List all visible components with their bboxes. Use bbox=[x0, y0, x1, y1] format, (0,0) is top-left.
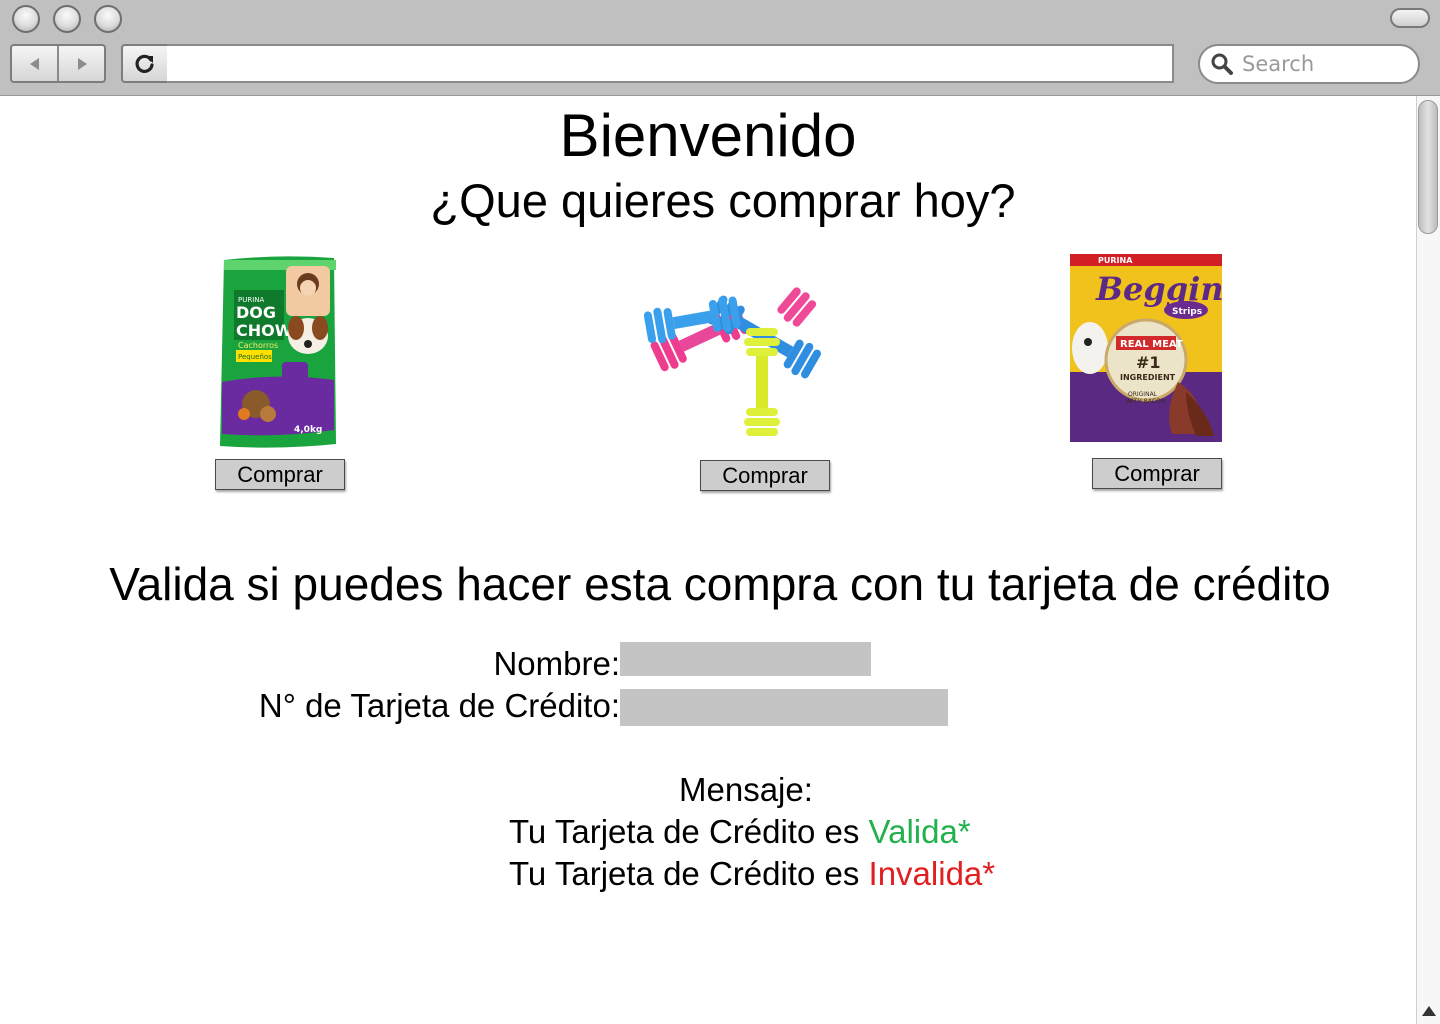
window-minimize-button[interactable] bbox=[53, 5, 81, 33]
search-icon bbox=[1211, 53, 1233, 75]
pack-flavor-line2: WITH BACON bbox=[1126, 398, 1165, 405]
page-subtitle: ¿Que quieres comprar hoy? bbox=[430, 174, 1016, 227]
window-maximize-button[interactable] bbox=[94, 5, 122, 33]
navigation-buttons bbox=[10, 44, 106, 83]
window-close-button[interactable] bbox=[12, 5, 40, 33]
buy-dog-treats-button[interactable]: Comprar bbox=[1092, 458, 1222, 489]
message-invalid-status: Invalida* bbox=[868, 855, 996, 892]
message-valid-line: Tu Tarjeta de Crédito es Valida* bbox=[509, 812, 971, 852]
dog-food-bag-image: PURINA DOG CHOW Cachorros Pequeños 4,0kg bbox=[220, 256, 336, 448]
pack-weight-text: 4,0kg bbox=[294, 425, 322, 435]
message-valid-status: Valida* bbox=[868, 813, 971, 850]
search-placeholder: Search bbox=[1242, 52, 1315, 76]
pack-brand-text: PURINA bbox=[1098, 256, 1133, 265]
reload-icon bbox=[135, 54, 154, 73]
message-invalid-prefix: Tu Tarjeta de Crédito es bbox=[509, 855, 869, 892]
toolbar-toggle-button[interactable] bbox=[1390, 8, 1430, 28]
page-title: Bienvenido bbox=[559, 102, 857, 169]
pack-claim-text: REAL MEAT bbox=[1120, 339, 1183, 350]
buy-dog-food-button[interactable]: Comprar bbox=[215, 459, 345, 490]
forward-arrow-icon bbox=[77, 57, 87, 70]
name-input[interactable] bbox=[620, 642, 871, 676]
dog-toys-image bbox=[642, 284, 824, 436]
pack-size-type-text: Pequeños bbox=[238, 353, 272, 361]
pack-strips-text: Strips bbox=[1172, 307, 1202, 317]
pack-flavor-line1: ORIGINAL bbox=[1128, 391, 1158, 398]
card-number-input[interactable] bbox=[620, 689, 948, 726]
scroll-down-arrow-icon[interactable] bbox=[1422, 1006, 1436, 1016]
dog-treats-bag-image: PURINA Beggin' Strips REAL MEAT #1 INGRE… bbox=[1070, 254, 1224, 442]
pack-name-text: Beggin' bbox=[1095, 270, 1224, 308]
pack-name-line2: CHOW bbox=[236, 321, 293, 340]
pack-name-line1: DOG bbox=[236, 303, 276, 322]
reload-button[interactable] bbox=[121, 44, 169, 83]
browser-search-field[interactable]: Search bbox=[1198, 44, 1420, 84]
pack-variant-text: Cachorros bbox=[238, 341, 278, 350]
back-arrow-icon bbox=[29, 57, 39, 70]
back-button[interactable] bbox=[12, 46, 57, 81]
card-number-label: N° de Tarjeta de Crédito: bbox=[258, 687, 620, 724]
address-bar[interactable] bbox=[167, 44, 1174, 83]
message-invalid-line: Tu Tarjeta de Crédito es Invalida* bbox=[509, 854, 995, 894]
validation-title: Valida si puedes hacer esta compra con t… bbox=[109, 558, 1331, 610]
message-label: Mensaje: bbox=[679, 771, 813, 808]
buy-dog-toy-button[interactable]: Comprar bbox=[700, 460, 830, 491]
pack-rank-text: #1 bbox=[1136, 353, 1161, 372]
message-valid-prefix: Tu Tarjeta de Crédito es bbox=[509, 813, 869, 850]
name-label: Nombre: bbox=[493, 645, 620, 682]
browser-chrome: Search bbox=[0, 0, 1440, 96]
forward-button[interactable] bbox=[57, 46, 104, 81]
pack-ingredient-text: INGREDIENT bbox=[1120, 373, 1176, 382]
